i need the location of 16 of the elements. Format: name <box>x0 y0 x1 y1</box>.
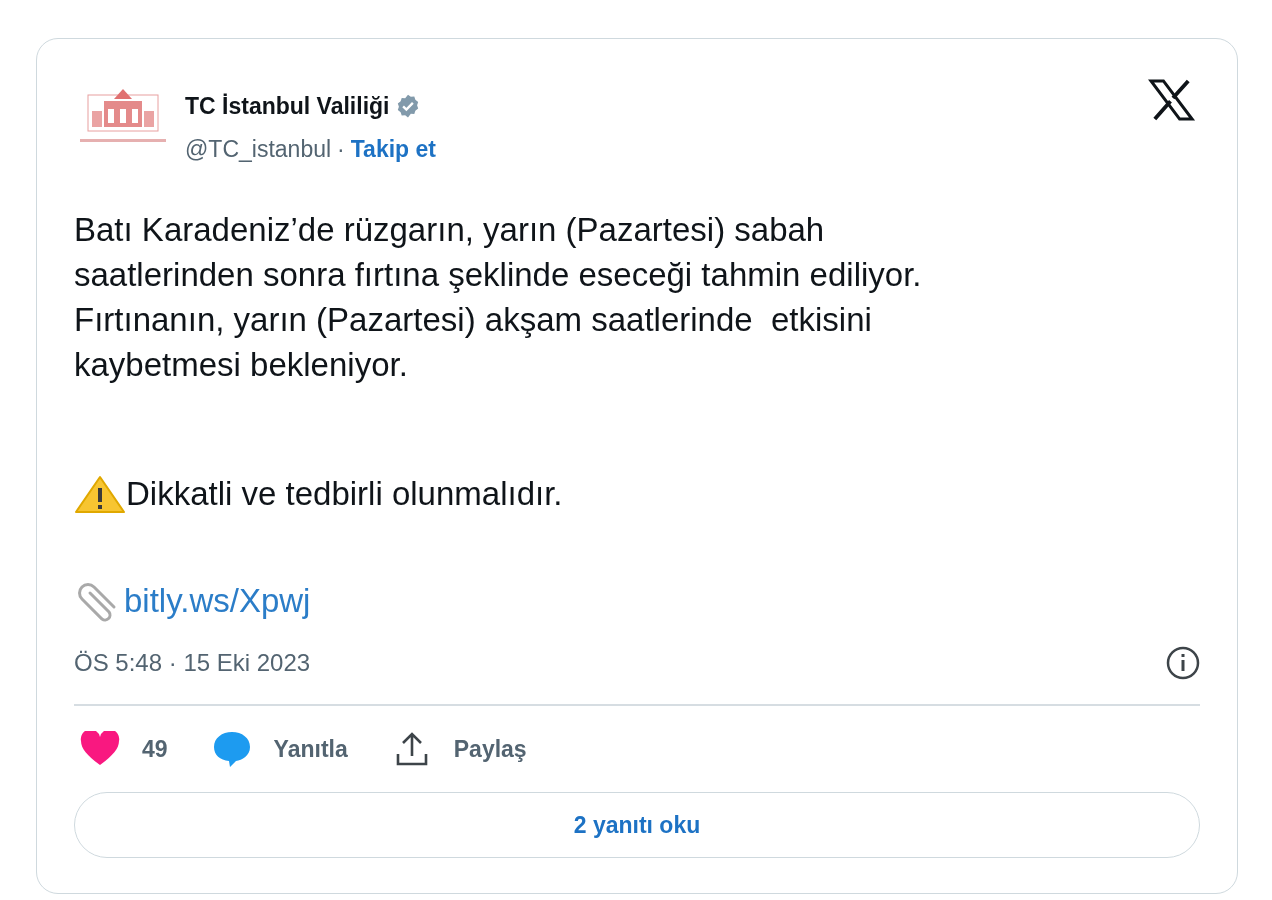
share-button[interactable]: Paylaş <box>385 730 527 768</box>
warning-text: Dikkatli ve tedbirli olunmalıdır. <box>126 474 563 514</box>
short-link[interactable]: bitly.ws/Xpwj <box>124 577 311 623</box>
account-name[interactable]: TC İstanbul Valiliği <box>185 88 390 124</box>
like-button[interactable]: 49 <box>74 730 168 768</box>
account-handle[interactable]: @TC_istanbul <box>185 131 332 167</box>
info-icon[interactable] <box>1164 644 1202 682</box>
warning-icon <box>74 473 126 514</box>
heart-icon <box>80 730 120 768</box>
x-logo-icon[interactable] <box>1148 79 1196 121</box>
speech-bubble-icon <box>211 730 252 768</box>
separator-dot: · <box>337 134 345 164</box>
follow-link[interactable]: Takip et <box>350 131 436 167</box>
tweet-text: Batı Karadeniz’de rüzgarın, yarın (Pazartesi) sabah saatlerinden sonra fırtına şeklinde eseceği tahmin ediliyor. Fırtınanın, yarın (Pazartesi) akşam saatlerinde etkisini kaybetmesi bekleniyor. <box>74 210 923 385</box>
timestamp[interactable]: ÖS 5:48 · 15 Eki 2023 <box>74 645 311 681</box>
reply-button[interactable]: Yanıtla <box>205 730 348 768</box>
